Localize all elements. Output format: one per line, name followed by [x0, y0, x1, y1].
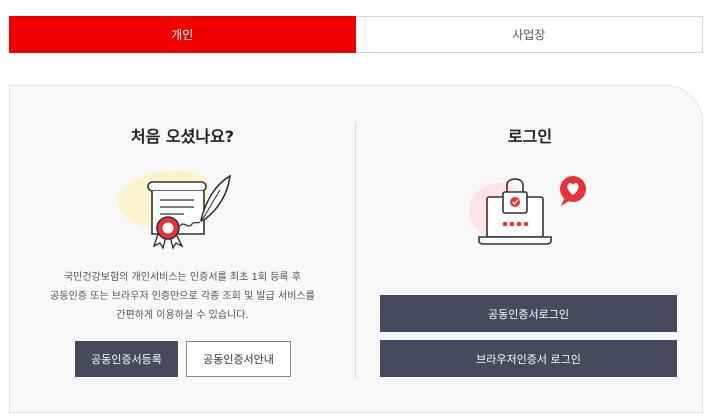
- service-description: 국민건강보험의 개인서비스는 인증서를 최초 1회 등록 후 공동인증 또는 브…: [10, 268, 355, 325]
- browser-certificate-login-button[interactable]: 브라우저인증서 로그인: [380, 340, 677, 377]
- description-line: 간편하게 이용하실 수 있습니다.: [116, 310, 249, 321]
- joint-certificate-login-button[interactable]: 공동인증서로그인: [380, 295, 677, 332]
- certificate-guide-button[interactable]: 공동인증서안내: [186, 341, 291, 377]
- certificate-scroll-quill-icon: [116, 170, 231, 250]
- tab-business[interactable]: 사업장: [355, 16, 703, 53]
- login-heading: 로그인: [507, 127, 553, 146]
- description-line: 국민건강보험의 개인서비스는 인증서를 최초 1회 등록 후: [63, 272, 302, 283]
- tab-personal[interactable]: 개인: [9, 16, 356, 53]
- login-section: 로그인 공동인증서로그인 브라우저인증서 로그인: [356, 86, 704, 412]
- first-visit-section: 처음 오셨나요? 국민건강보험의 개인서비스는 인증서를 최초 1회 등록 후 …: [10, 86, 355, 412]
- register-certificate-button[interactable]: 공동인증서등록: [75, 341, 178, 377]
- user-type-tabs: 개인 사업장: [9, 16, 703, 53]
- description-line: 공동인증 또는 브라우저 인증만으로 각종 조회 및 발급 서비스를: [50, 291, 315, 302]
- locked-laptop-heart-icon: [469, 176, 586, 245]
- first-visit-heading: 처음 오셨나요?: [130, 127, 235, 146]
- login-panel: 처음 오셨나요? 국민건강보험의 개인서비스는 인증서를 최초 1회 등록 후 …: [9, 85, 703, 413]
